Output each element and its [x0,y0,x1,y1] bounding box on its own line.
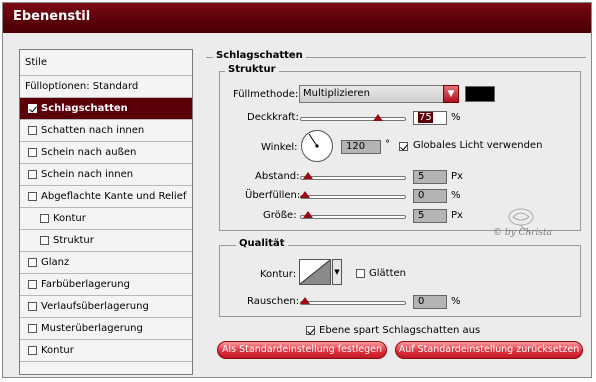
pattern-overlay-checkbox[interactable] [28,324,37,333]
sidebar-item-pattern-overlay[interactable]: Musterüberlagerung [20,318,192,340]
sidebar-item-stroke[interactable]: Kontur [20,340,192,362]
size-slider-thumb[interactable] [303,211,313,218]
sidebar-header-styles[interactable]: Stile [20,50,192,76]
spread-slider-thumb[interactable] [300,191,310,198]
sidebar-item-texture[interactable]: Struktur [20,230,192,252]
size-slider-track[interactable] [300,215,406,219]
watermark-logo: © by Christa [491,205,565,245]
angle-dial[interactable] [301,130,333,162]
sidebar-item-label: Schein nach innen [41,169,134,180]
sidebar-item-label: Musterüberlagerung [41,323,143,334]
angle-needle-icon [308,133,319,148]
global-light-label: Globales Licht verwenden [413,140,543,151]
inner-glow-checkbox[interactable] [28,170,37,179]
texture-checkbox[interactable] [40,236,49,245]
angle-input[interactable]: 120 [341,140,381,154]
opacity-unit: % [451,112,461,123]
sidebar-item-label: Schein nach außen [41,147,137,158]
sidebar-item-inner-shadow[interactable]: Schatten nach innen [20,120,192,142]
noise-slider-track[interactable] [300,301,406,305]
sidebar-item-color-overlay[interactable]: Farbüberlagerung [20,274,192,296]
drop-shadow-section-title: Schlagschatten [213,50,306,61]
svg-text:© by Christa: © by Christa [493,228,552,238]
chevron-down-icon[interactable]: ▼ [443,85,459,103]
size-label: Größe: [263,210,297,221]
shadow-color-swatch[interactable] [465,86,495,102]
distance-slider-thumb[interactable] [303,172,313,179]
layer-knocks-out-label: Ebene spart Schlagschatten aus [319,325,481,336]
noise-slider-thumb[interactable] [300,297,310,304]
sidebar-item-outer-glow[interactable]: Schein nach außen [20,142,192,164]
global-light-checkbox[interactable] [399,142,408,151]
sidebar-item-label: Glanz [41,257,70,268]
opacity-value: 75 [418,112,433,123]
sidebar-item-label: Verlaufsüberlagerung [41,301,149,312]
contour-dropdown-icon[interactable]: ▼ [332,259,342,285]
rose-watermark-icon: © by Christa [493,208,552,238]
sidebar-item-label: Fülloptionen: Standard [25,81,139,92]
stroke-checkbox[interactable] [28,346,37,355]
distance-unit: Px [451,171,463,182]
sidebar-item-label: Kontur [53,213,86,224]
sidebar-item-inner-glow[interactable]: Schein nach innen [20,164,192,186]
quality-title: Qualität [236,238,288,249]
angle-unit: ° [385,139,390,150]
noise-input[interactable]: 0 [413,295,447,309]
sidebar-item-label: Kontur [41,345,74,356]
noise-unit: % [451,296,461,307]
sidebar-item-gradient-overlay[interactable]: Verlaufsüberlagerung [20,296,192,318]
inner-shadow-checkbox[interactable] [28,126,37,135]
distance-input[interactable]: 5 [413,170,447,184]
opacity-label: Deckkraft: [247,112,299,123]
spread-slider-track[interactable] [300,195,406,199]
sidebar-item-label: Struktur [53,235,94,246]
bevel-contour-checkbox[interactable] [40,214,49,223]
opacity-slider-track[interactable] [300,117,406,121]
layer-knocks-out-checkbox[interactable] [306,326,315,335]
satin-checkbox[interactable] [28,258,37,267]
sidebar-item-drop-shadow[interactable]: Schlagschatten [20,98,192,120]
sidebar-item-label: Farbüberlagerung [41,279,130,290]
window-title: Ebenenstil [13,9,91,24]
spread-label: Überfüllen: [245,190,301,201]
blend-mode-label: Füllmethode: [233,89,299,100]
opacity-slider-thumb[interactable] [373,114,383,121]
reset-to-default-button[interactable]: Auf Standardeinstellung zurücksetzen [395,341,583,359]
spread-input[interactable]: 0 [413,189,447,203]
anti-aliased-checkbox[interactable] [356,269,365,278]
sidebar-item-bevel-contour[interactable]: Kontur [20,208,192,230]
blend-mode-value: Multiplizieren [303,88,370,99]
sidebar-item-label: Schlagschatten [41,103,128,114]
styles-sidebar: Stile Fülloptionen: Standard Schlagschat… [19,49,193,375]
sidebar-item-label: Schatten nach innen [41,125,145,136]
outer-glow-checkbox[interactable] [28,148,37,157]
contour-label: Kontur: [260,269,297,280]
distance-slider-track[interactable] [300,176,406,180]
opacity-input[interactable]: 75 [413,111,447,125]
make-default-button[interactable]: Als Standardeinstellung festlegen [217,341,387,359]
title-bar[interactable]: Ebenenstil [3,3,591,33]
size-unit: Px [451,210,463,221]
bevel-emboss-checkbox[interactable] [28,192,37,201]
drop-shadow-checkbox[interactable] [28,104,37,113]
size-input[interactable]: 5 [413,209,447,223]
structure-title: Struktur [225,64,279,75]
layer-style-dialog: Ebenenstil Stile Fülloptionen: Standard … [2,2,592,378]
sidebar-item-label: Abgeflachte Kante und Relief [41,191,187,202]
sidebar-item-blending-options[interactable]: Fülloptionen: Standard [20,76,192,98]
sidebar-item-bevel-emboss[interactable]: Abgeflachte Kante und Relief [20,186,192,208]
sidebar-header-label: Stile [25,57,47,68]
noise-label: Rauschen: [247,296,300,307]
angle-label: Winkel: [261,142,298,153]
distance-label: Abstand: [255,171,300,182]
contour-curve-icon [300,260,330,284]
gradient-overlay-checkbox[interactable] [28,302,37,311]
sidebar-item-satin[interactable]: Glanz [20,252,192,274]
blend-mode-select[interactable]: Multiplizieren ▼ [299,85,459,103]
color-overlay-checkbox[interactable] [28,280,37,289]
contour-picker[interactable] [299,259,331,285]
anti-aliased-label: Glätten [369,268,406,279]
spread-unit: % [451,190,461,201]
